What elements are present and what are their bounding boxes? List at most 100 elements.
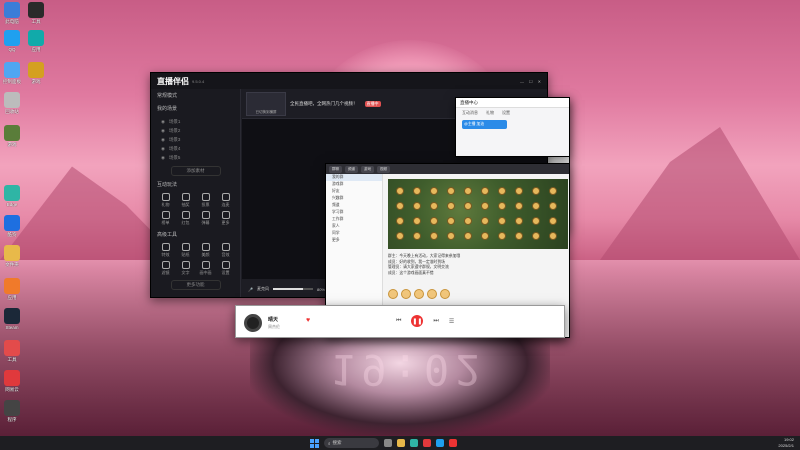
chat-tab[interactable]: 礼物 bbox=[486, 110, 494, 116]
tool-button[interactable]: 礼物 bbox=[157, 193, 174, 208]
desktop-icon[interactable]: 工具 bbox=[1, 340, 23, 370]
tool-button[interactable]: 贴纸 bbox=[177, 243, 194, 258]
taskbar-search[interactable]: ⌕ 搜索 bbox=[324, 438, 379, 448]
tool-button[interactable]: 特效 bbox=[157, 243, 174, 258]
chat-tab[interactable]: 设置 bbox=[502, 110, 510, 116]
mode-selector[interactable]: 常规模式 bbox=[151, 89, 240, 102]
desktop-icon[interactable]: 程序 bbox=[1, 400, 23, 430]
start-button[interactable] bbox=[310, 438, 319, 448]
song-artist[interactable]: 周杰伦 bbox=[268, 324, 280, 330]
zhibo-titlebar[interactable]: 直播伴侣 9.5.0.4 — ☐ ✕ bbox=[151, 73, 547, 89]
room-thumbnail[interactable]: 已切换到横屏 bbox=[246, 91, 286, 116]
qq-tab[interactable]: 游戏 bbox=[361, 165, 374, 173]
desktop-icon[interactable]: 酷狗 bbox=[1, 215, 23, 245]
desktop-icon[interactable]: 游戏 bbox=[25, 62, 47, 92]
qq-sidebar-item[interactable]: 频道 bbox=[326, 202, 382, 209]
tool-button[interactable]: 滤镜 bbox=[157, 261, 174, 276]
playlist-icon[interactable]: ☰ bbox=[449, 318, 454, 325]
tool-button[interactable]: 抽奖 bbox=[177, 193, 194, 208]
game-unit bbox=[396, 202, 404, 210]
qq-sidebar-item[interactable]: 更多 bbox=[326, 237, 382, 244]
eye-icon[interactable]: ◉ bbox=[161, 155, 165, 161]
edge-icon[interactable] bbox=[410, 439, 418, 447]
qq-sidebar-item[interactable]: 我的群 bbox=[326, 174, 382, 181]
eye-icon[interactable]: ◉ bbox=[161, 146, 165, 152]
music-taskbar-icon[interactable] bbox=[449, 439, 457, 447]
desktop-icon[interactable]: 工具 bbox=[25, 2, 47, 32]
tool-label: 文字 bbox=[181, 270, 190, 275]
close-icon[interactable]: ✕ bbox=[538, 79, 541, 84]
desktop-icon[interactable]: 应用 bbox=[1, 278, 23, 308]
next-icon[interactable]: ⏭ bbox=[433, 318, 438, 325]
scene-item[interactable]: ◉ 场景1 bbox=[161, 117, 230, 126]
more-features-button[interactable]: 更多功能 bbox=[170, 280, 221, 290]
tool-button[interactable]: 美颜 bbox=[197, 243, 214, 258]
tool-button[interactable]: 设置 bbox=[217, 261, 234, 276]
desktop-icon[interactable]: 回收站 bbox=[1, 92, 23, 122]
qq-tab[interactable]: 频道 bbox=[345, 165, 358, 173]
desktop-icon[interactable]: Steam bbox=[1, 308, 23, 338]
previous-icon[interactable]: ⏮ bbox=[396, 318, 401, 325]
tool-button[interactable]: 投票 bbox=[197, 193, 214, 208]
tool-button[interactable]: 弹幕 bbox=[197, 211, 214, 226]
music-player-window[interactable]: 晴天 周杰伦 ♥ ⏮ ❚❚ ⏭ ☰ bbox=[235, 305, 565, 338]
maximize-icon[interactable]: ☐ bbox=[529, 79, 533, 84]
desktop-icon-label: 工具 bbox=[7, 357, 17, 362]
emote-icon[interactable] bbox=[427, 289, 437, 299]
tool-button[interactable]: 红包 bbox=[177, 211, 194, 226]
eye-icon[interactable]: ◉ bbox=[161, 128, 165, 134]
qq-tab[interactable]: 视频 bbox=[377, 165, 390, 173]
file-explorer-icon[interactable] bbox=[397, 439, 405, 447]
emote-icon[interactable] bbox=[440, 289, 450, 299]
chat-tab[interactable]: 互动消息 bbox=[462, 110, 478, 116]
like-icon[interactable]: ♥ bbox=[306, 317, 310, 324]
tool-button[interactable]: 画中画 bbox=[197, 261, 214, 276]
qq-sidebar-item[interactable]: 学习群 bbox=[326, 209, 382, 216]
add-scene-button[interactable]: 添加素材 bbox=[170, 166, 221, 176]
game-unit bbox=[498, 232, 506, 240]
qq-sidebar-item[interactable]: 同学 bbox=[326, 230, 382, 237]
task-view-icon[interactable] bbox=[384, 439, 392, 447]
emote-icon[interactable] bbox=[388, 289, 398, 299]
game-unit bbox=[430, 187, 438, 195]
emote-icon[interactable] bbox=[414, 289, 424, 299]
qq-taskbar-icon[interactable] bbox=[436, 439, 444, 447]
scene-item[interactable]: ◉ 场景5 bbox=[161, 153, 230, 162]
tool-button[interactable]: 更多 bbox=[217, 211, 234, 226]
game-screenshot[interactable] bbox=[388, 179, 568, 249]
volume-slider[interactable] bbox=[272, 288, 313, 290]
desktop-icon[interactable]: Edge bbox=[1, 185, 23, 215]
desktop-icon[interactable]: 网易云 bbox=[1, 370, 23, 400]
tool-button[interactable]: 文字 bbox=[177, 261, 194, 276]
eye-icon[interactable]: ◉ bbox=[161, 119, 165, 125]
desktop-icon[interactable]: 控制面板 bbox=[1, 62, 23, 92]
system-clock[interactable]: 19:02 2025/2/1 bbox=[778, 437, 794, 448]
desktop-icon[interactable]: 应用 bbox=[25, 30, 47, 60]
scene-item[interactable]: ◉ 场景2 bbox=[161, 126, 230, 135]
tool-button[interactable]: 连麦 bbox=[217, 193, 234, 208]
live-chat-window[interactable]: 直播中心 互动消息 礼物 设置 @主播 加油 bbox=[455, 97, 570, 157]
tool-button[interactable]: 音效 bbox=[217, 243, 234, 258]
qq-tab[interactable]: 群聊 bbox=[329, 165, 342, 173]
eye-icon[interactable]: ◉ bbox=[161, 137, 165, 143]
scene-item[interactable]: ◉ 场景4 bbox=[161, 144, 230, 153]
qq-sidebar-item[interactable]: 工作群 bbox=[326, 216, 382, 223]
qq-sidebar-item[interactable]: 家人 bbox=[326, 223, 382, 230]
microphone-icon[interactable]: 🎤 bbox=[248, 287, 253, 292]
qq-sidebar-item[interactable]: 好友 bbox=[326, 188, 382, 195]
zhibo-taskbar-icon[interactable] bbox=[423, 439, 431, 447]
desktop-icon[interactable]: 游戏 bbox=[1, 125, 23, 155]
desktop-icon[interactable]: 文件夹 bbox=[1, 245, 23, 275]
tool-button[interactable]: 榜单 bbox=[157, 211, 174, 226]
emote-icon[interactable] bbox=[401, 289, 411, 299]
desktop-icon[interactable]: QQ bbox=[1, 30, 23, 60]
scene-item[interactable]: ◉ 场景3 bbox=[161, 135, 230, 144]
tool-icon bbox=[181, 193, 190, 201]
qq-sidebar-item[interactable]: 游戏群 bbox=[326, 181, 382, 188]
minimize-icon[interactable]: — bbox=[520, 79, 524, 84]
album-cover[interactable] bbox=[244, 314, 262, 332]
desktop-icon-label: Steam bbox=[5, 325, 19, 330]
pause-button[interactable]: ❚❚ bbox=[411, 315, 424, 327]
qq-sidebar-item[interactable]: 兴趣群 bbox=[326, 195, 382, 202]
desktop-icon[interactable]: 此电脑 bbox=[1, 2, 23, 32]
